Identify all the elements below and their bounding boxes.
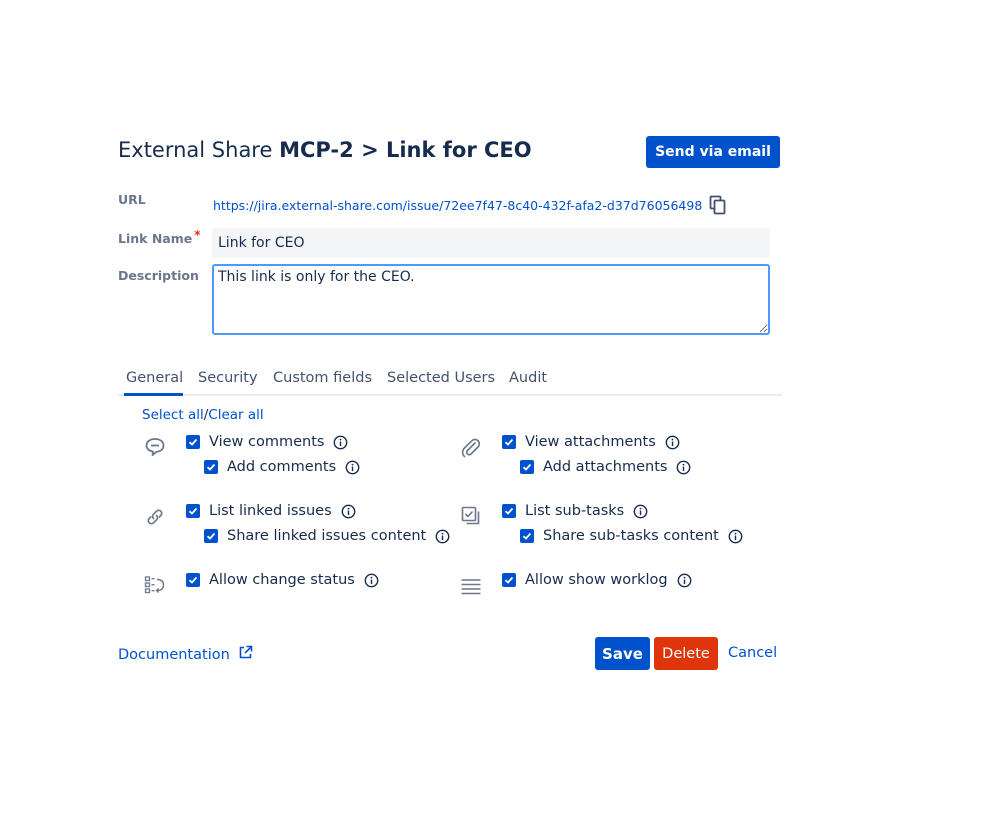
select-clear-links: Select all/Clear all: [142, 407, 264, 423]
allow-show-worklog-label: Allow show worklog: [525, 572, 668, 588]
select-all-link[interactable]: Select all: [142, 407, 204, 423]
list-linked-issues-checkbox[interactable]: [186, 504, 200, 518]
view-comments-label: View comments: [209, 434, 325, 450]
documentation-link[interactable]: Documentation: [118, 645, 253, 663]
info-icon[interactable]: [633, 504, 648, 519]
info-icon[interactable]: [364, 573, 379, 588]
link-name-label: Link Name *: [118, 228, 201, 246]
perm-view-comments: View comments: [186, 434, 348, 450]
info-icon[interactable]: [435, 529, 450, 544]
perm-view-attachments: View attachments: [502, 434, 680, 450]
view-attachments-label: View attachments: [525, 434, 656, 450]
tab-audit[interactable]: Audit: [509, 370, 547, 386]
list-sub-tasks-checkbox[interactable]: [502, 504, 516, 518]
perm-add-attachments: Add attachments: [520, 459, 691, 475]
external-link-icon: [240, 645, 253, 659]
clear-all-link[interactable]: Clear all: [208, 407, 263, 423]
perm-share-linked-issues-content: Share linked issues content: [204, 528, 450, 544]
share-linked-issues-content-checkbox[interactable]: [204, 529, 218, 543]
perm-list-sub-tasks: List sub-tasks: [502, 503, 648, 519]
active-tab-indicator: [124, 393, 183, 396]
info-icon[interactable]: [676, 460, 691, 475]
cancel-button[interactable]: Cancel: [728, 645, 777, 661]
tab-security[interactable]: Security: [198, 370, 258, 386]
list-sub-tasks-label: List sub-tasks: [525, 503, 625, 519]
add-comments-label: Add comments: [227, 459, 337, 475]
documentation-label: Documentation: [118, 647, 230, 663]
share-sub-tasks-content-label: Share sub-tasks content: [543, 528, 719, 544]
required-marker: *: [194, 228, 201, 242]
info-icon[interactable]: [665, 435, 680, 450]
info-icon[interactable]: [341, 504, 356, 519]
link-name-label-text: Link Name: [118, 231, 193, 246]
info-icon[interactable]: [728, 529, 743, 544]
tab-custom-fields[interactable]: Custom fields: [273, 370, 372, 386]
save-button[interactable]: Save: [595, 637, 650, 670]
perm-allow-show-worklog: Allow show worklog: [502, 572, 692, 588]
description-label: Description: [118, 268, 199, 283]
add-attachments-checkbox[interactable]: [520, 460, 534, 474]
description-textarea[interactable]: This link is only for the CEO.: [212, 264, 770, 335]
send-via-email-button[interactable]: Send via email: [646, 136, 780, 168]
view-comments-checkbox[interactable]: [186, 435, 200, 449]
copy-icon[interactable]: [709, 195, 727, 215]
link-name-input[interactable]: [212, 228, 770, 258]
add-attachments-label: Add attachments: [543, 459, 668, 475]
share-url[interactable]: https://jira.external-share.com/issue/72…: [213, 198, 702, 213]
link-icon: [147, 509, 163, 525]
worklog-icon: [461, 579, 481, 595]
allow-change-status-label: Allow change status: [209, 572, 355, 588]
delete-button[interactable]: Delete: [654, 637, 718, 670]
share-linked-issues-content-label: Share linked issues content: [227, 528, 427, 544]
title-prefix: External Share: [118, 138, 273, 162]
allow-change-status-checkbox[interactable]: [186, 573, 200, 587]
url-label: URL: [118, 192, 146, 207]
title-issue-link: MCP-2 > Link for CEO: [279, 138, 532, 162]
tab-bar: General Security Custom fields Selected …: [118, 366, 782, 396]
tab-general[interactable]: General: [126, 370, 183, 386]
dialog-title: External Share MCP-2 > Link for CEO: [118, 138, 532, 162]
list-linked-issues-label: List linked issues: [209, 503, 332, 519]
add-comments-checkbox[interactable]: [204, 460, 218, 474]
perm-list-linked-issues: List linked issues: [186, 503, 356, 519]
perm-add-comments: Add comments: [204, 459, 360, 475]
share-sub-tasks-content-checkbox[interactable]: [520, 529, 534, 543]
info-icon[interactable]: [345, 460, 360, 475]
perm-allow-change-status: Allow change status: [186, 572, 379, 588]
paperclip-icon: [461, 438, 481, 458]
perm-share-sub-tasks-content: Share sub-tasks content: [520, 528, 743, 544]
status-icon: [144, 576, 165, 594]
comment-icon: [145, 438, 165, 456]
view-attachments-checkbox[interactable]: [502, 435, 516, 449]
subtasks-icon: [461, 506, 480, 525]
info-icon[interactable]: [677, 573, 692, 588]
info-icon[interactable]: [333, 435, 348, 450]
tab-selected-users[interactable]: Selected Users: [387, 370, 495, 386]
allow-show-worklog-checkbox[interactable]: [502, 573, 516, 587]
external-share-dialog: External Share MCP-2 > Link for CEO Send…: [118, 0, 782, 823]
